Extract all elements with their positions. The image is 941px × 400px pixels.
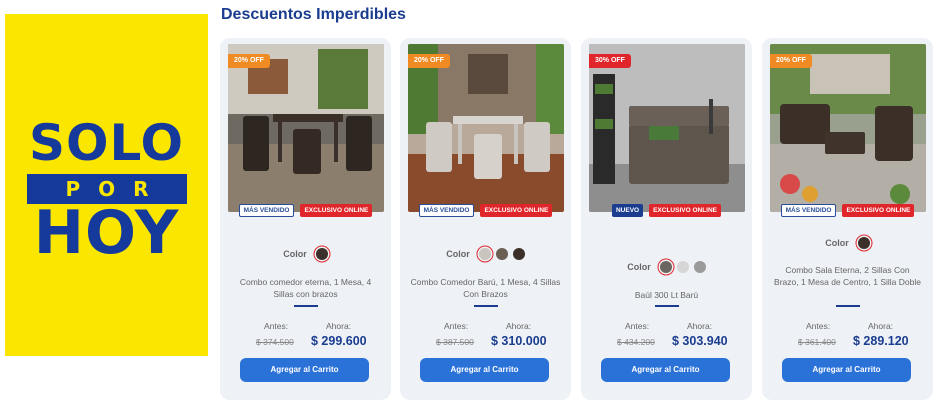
color-selector: Color (400, 248, 571, 260)
price-before: $ 361.400 (798, 337, 836, 347)
color-swatch[interactable] (857, 237, 870, 249)
section-title: Descuentos Imperdibles (221, 6, 406, 23)
add-to-cart-button[interactable]: Agregar al Carrito (240, 358, 369, 382)
price-before: $ 387.500 (436, 337, 474, 347)
divider (655, 305, 679, 307)
before-label: Antes: (625, 321, 650, 331)
badge-best-seller: MÁS VENDIDO (238, 204, 295, 217)
price-now: $ 299.600 (311, 334, 367, 348)
color-label: Color (825, 238, 849, 248)
now-label: Ahora: (506, 321, 532, 331)
color-swatch[interactable] (512, 248, 525, 260)
product-image[interactable] (228, 44, 384, 212)
badge-online-exclusive: EXCLUSIVO ONLINE (300, 204, 373, 217)
price-now: $ 303.940 (672, 334, 728, 348)
discount-tag: 30% OFF (589, 54, 631, 68)
price-now: $ 289.120 (853, 334, 909, 348)
before-label: Antes: (444, 321, 469, 331)
product-name[interactable]: Combo Sala Eterna, 2 Sillas Con Brazo, 1… (772, 264, 923, 288)
product-card[interactable]: 20% OFF MÁS VENDIDO EXCLUSIVO ONLINE Col… (762, 38, 933, 400)
before-label: Antes: (264, 321, 289, 331)
now-label: Ahora: (687, 321, 713, 331)
now-label: Ahora: (326, 321, 352, 331)
product-name[interactable]: Combo Comedor Barú, 1 Mesa, 4 Sillas Con… (410, 276, 561, 300)
badge-online-exclusive: EXCLUSIVO ONLINE (480, 204, 553, 217)
add-to-cart-button[interactable]: Agregar al Carrito (782, 358, 911, 382)
promo-line-hoy: HOY (33, 198, 180, 268)
add-to-cart-button[interactable]: Agregar al Carrito (420, 358, 549, 382)
color-swatch[interactable] (659, 261, 672, 273)
product-image[interactable] (770, 44, 926, 212)
product-card[interactable]: 30% OFF NUEVO EXCLUSIVO ONLINE Color Baú… (581, 38, 752, 400)
product-image[interactable] (408, 44, 564, 212)
color-label: Color (283, 249, 307, 259)
price-before: $ 434.200 (617, 337, 655, 347)
color-swatch[interactable] (315, 248, 328, 260)
color-label: Color (446, 249, 470, 259)
page: SOLO POR HOY Descuentos Imperdibles 20% … (0, 0, 941, 400)
solo-por-hoy-banner[interactable]: SOLO POR HOY (5, 14, 208, 356)
color-label: Color (627, 262, 651, 272)
before-label: Antes: (806, 321, 831, 331)
add-to-cart-button[interactable]: Agregar al Carrito (601, 358, 730, 382)
product-card[interactable]: 20% OFF MÁS VENDIDO EXCLUSIVO ONLINE Col… (220, 38, 391, 400)
color-swatch[interactable] (478, 248, 491, 260)
badge-new: NUEVO (611, 204, 644, 217)
divider (836, 305, 860, 307)
discount-tag: 20% OFF (228, 54, 270, 68)
badge-row: MÁS VENDIDO EXCLUSIVO ONLINE (400, 204, 571, 217)
product-card[interactable]: 20% OFF MÁS VENDIDO EXCLUSIVO ONLINE Col… (400, 38, 571, 400)
price-now: $ 310.000 (491, 334, 547, 348)
color-swatch[interactable] (676, 261, 689, 273)
badge-online-exclusive: EXCLUSIVO ONLINE (842, 204, 915, 217)
product-name[interactable]: Baúl 300 Lt Barú (591, 289, 742, 301)
color-selector: Color (762, 237, 933, 249)
price-before: $ 374.500 (256, 337, 294, 347)
discount-tag: 20% OFF (770, 54, 812, 68)
divider (474, 305, 498, 307)
color-selector: Color (581, 261, 752, 273)
product-image[interactable] (589, 44, 745, 212)
badge-row: MÁS VENDIDO EXCLUSIVO ONLINE (762, 204, 933, 217)
discount-tag: 20% OFF (408, 54, 450, 68)
product-name[interactable]: Combo comedor eterna, 1 Mesa, 4 Sillas c… (230, 276, 381, 300)
divider (294, 305, 318, 307)
now-label: Ahora: (868, 321, 894, 331)
badge-best-seller: MÁS VENDIDO (418, 204, 475, 217)
color-swatch[interactable] (495, 248, 508, 260)
color-selector: Color (220, 248, 391, 260)
badge-row: MÁS VENDIDO EXCLUSIVO ONLINE (220, 204, 391, 217)
badge-online-exclusive: EXCLUSIVO ONLINE (649, 204, 722, 217)
promo-line-solo: SOLO (28, 114, 185, 172)
badge-best-seller: MÁS VENDIDO (780, 204, 837, 217)
color-swatch[interactable] (693, 261, 706, 273)
badge-row: NUEVO EXCLUSIVO ONLINE (581, 204, 752, 217)
